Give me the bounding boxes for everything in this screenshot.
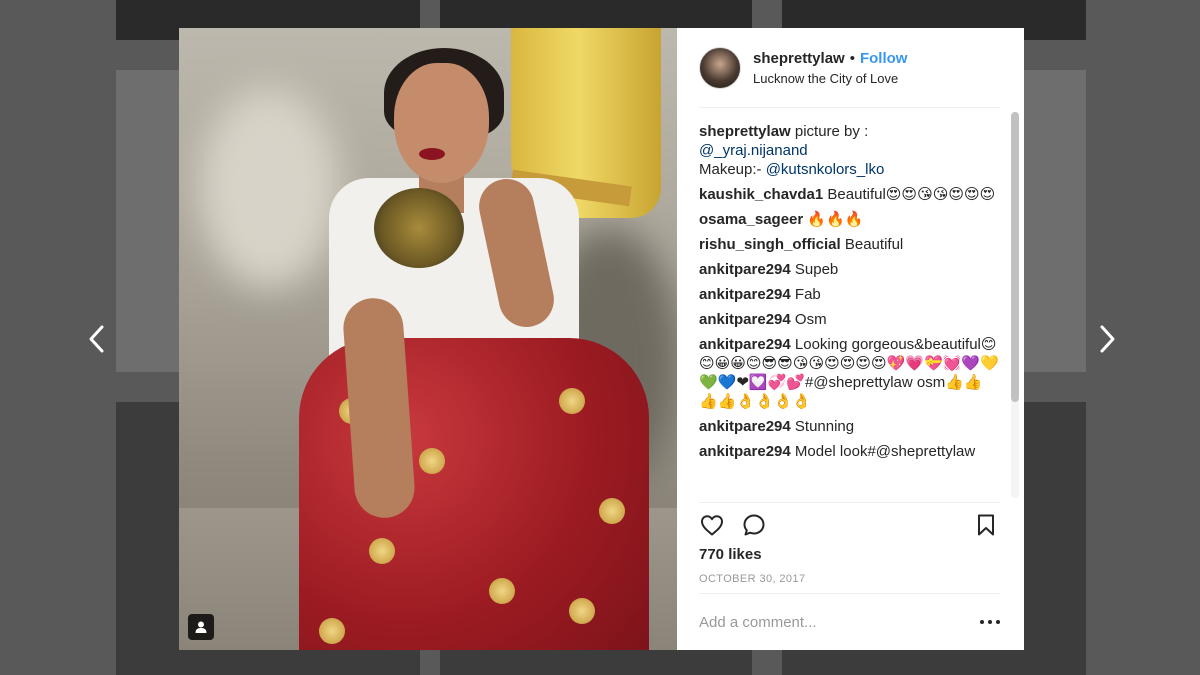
list-item: ankitpare294 Model look#@sheprettylaw bbox=[699, 442, 999, 461]
caption-text: Makeup:- bbox=[699, 161, 766, 178]
background-post-tile bbox=[116, 70, 179, 372]
model-lips bbox=[419, 148, 445, 160]
comment-username[interactable]: rishu_singh_official bbox=[699, 236, 841, 253]
comment-username[interactable]: kaushik_chavda1 bbox=[699, 186, 823, 203]
comment-text: Osm bbox=[790, 311, 827, 328]
statement-necklace bbox=[374, 188, 464, 268]
add-comment-input[interactable] bbox=[699, 608, 969, 636]
skirt-flower bbox=[419, 448, 445, 474]
list-item: rishu_singh_official Beautiful bbox=[699, 235, 999, 254]
comment-text: Stunning bbox=[790, 418, 855, 435]
list-item: ankitpare294 Looking gorgeous&beautiful😊… bbox=[699, 335, 999, 411]
header-line: sheprettylaw • Follow bbox=[753, 50, 907, 67]
comment-text: Fab bbox=[790, 286, 821, 303]
scrollbar-thumb[interactable] bbox=[1011, 112, 1019, 402]
follow-button[interactable]: Follow bbox=[860, 50, 908, 67]
avatar[interactable] bbox=[699, 47, 741, 89]
header-text: sheprettylaw • Follow Lucknow the City o… bbox=[753, 50, 907, 86]
post-date: OCTOBER 30, 2017 bbox=[699, 573, 806, 585]
caption-mention[interactable]: @_yraj.nijanand bbox=[699, 142, 808, 159]
skirt-flower bbox=[599, 498, 625, 524]
post-details-panel: sheprettylaw • Follow Lucknow the City o… bbox=[677, 28, 1024, 650]
chevron-left-icon bbox=[89, 325, 104, 353]
likes-count[interactable]: 770 likes bbox=[699, 546, 762, 563]
more-options-icon bbox=[980, 620, 984, 624]
post-header: sheprettylaw • Follow Lucknow the City o… bbox=[677, 28, 1024, 108]
list-item: ankitpare294 Osm bbox=[699, 310, 999, 329]
comment-bubble-icon[interactable] bbox=[741, 512, 767, 538]
post-photo bbox=[179, 28, 677, 650]
comments-scrollbar[interactable] bbox=[1011, 112, 1019, 498]
comments-list[interactable]: sheprettylaw picture by : @_yraj.nijanan… bbox=[699, 122, 999, 502]
skirt-flower bbox=[489, 578, 515, 604]
list-item: kaushik_chavda1 Beautiful😍😍😘😘😍😍😍 bbox=[699, 185, 999, 204]
comment-username[interactable]: ankitpare294 bbox=[699, 443, 791, 460]
comment-text: Model look#@sheprettylaw bbox=[790, 443, 976, 460]
comment-text: Beautiful😍😍😘😘😍😍😍 bbox=[823, 186, 996, 203]
post-actions bbox=[699, 512, 999, 540]
skirt-flower bbox=[559, 388, 585, 414]
skirt-flower bbox=[319, 618, 345, 644]
caption-text: picture by : bbox=[790, 123, 869, 140]
bookmark-icon[interactable] bbox=[973, 512, 999, 538]
caption-username[interactable]: sheprettylaw bbox=[699, 123, 791, 140]
post-username[interactable]: sheprettylaw bbox=[753, 50, 845, 67]
comment-username[interactable]: osama_sageer bbox=[699, 211, 803, 228]
background-post-tile bbox=[116, 402, 179, 675]
comment-username[interactable]: ankitpare294 bbox=[699, 336, 791, 353]
background-post-tile bbox=[440, 650, 752, 675]
list-item: ankitpare294 Stunning bbox=[699, 417, 999, 436]
list-item: ankitpare294 Fab bbox=[699, 285, 999, 304]
wall-texture bbox=[199, 88, 339, 288]
list-item: ankitpare294 Supeb bbox=[699, 260, 999, 279]
comment-text: Beautiful bbox=[840, 236, 904, 253]
list-item: osama_sageer 🔥🔥🔥 bbox=[699, 210, 999, 229]
user-tag-icon bbox=[195, 621, 207, 633]
comment-text: Supeb bbox=[790, 261, 839, 278]
post-modal: sheprettylaw • Follow Lucknow the City o… bbox=[179, 28, 1024, 650]
post-location[interactable]: Lucknow the City of Love bbox=[753, 71, 907, 86]
caption: sheprettylaw picture by : @_yraj.nijanan… bbox=[699, 122, 999, 179]
comment-username[interactable]: ankitpare294 bbox=[699, 261, 791, 278]
model-face bbox=[394, 63, 489, 183]
separator-dot: • bbox=[849, 50, 855, 67]
caption-mention[interactable]: @kutsnkolors_lko bbox=[766, 161, 885, 178]
more-options-icon bbox=[988, 620, 992, 624]
next-post-button[interactable] bbox=[1090, 322, 1124, 356]
background-post-tile bbox=[1024, 70, 1086, 372]
skirt-flower bbox=[369, 538, 395, 564]
more-options-icon bbox=[996, 620, 1000, 624]
comment-username[interactable]: ankitpare294 bbox=[699, 311, 791, 328]
comment-username[interactable]: ankitpare294 bbox=[699, 286, 791, 303]
more-options-button[interactable] bbox=[980, 614, 1000, 630]
divider bbox=[699, 593, 1000, 594]
previous-post-button[interactable] bbox=[80, 322, 114, 356]
background-post-tile bbox=[782, 650, 1024, 675]
comment-username[interactable]: ankitpare294 bbox=[699, 418, 791, 435]
comment-text: 🔥🔥🔥 bbox=[803, 211, 864, 228]
background-post-tile bbox=[1024, 402, 1086, 675]
chevron-right-icon bbox=[1100, 325, 1115, 353]
skirt-flower bbox=[569, 598, 595, 624]
heart-icon[interactable] bbox=[699, 512, 725, 538]
user-tag-button[interactable] bbox=[188, 614, 214, 640]
background-post-tile bbox=[179, 650, 420, 675]
divider bbox=[699, 502, 1000, 503]
